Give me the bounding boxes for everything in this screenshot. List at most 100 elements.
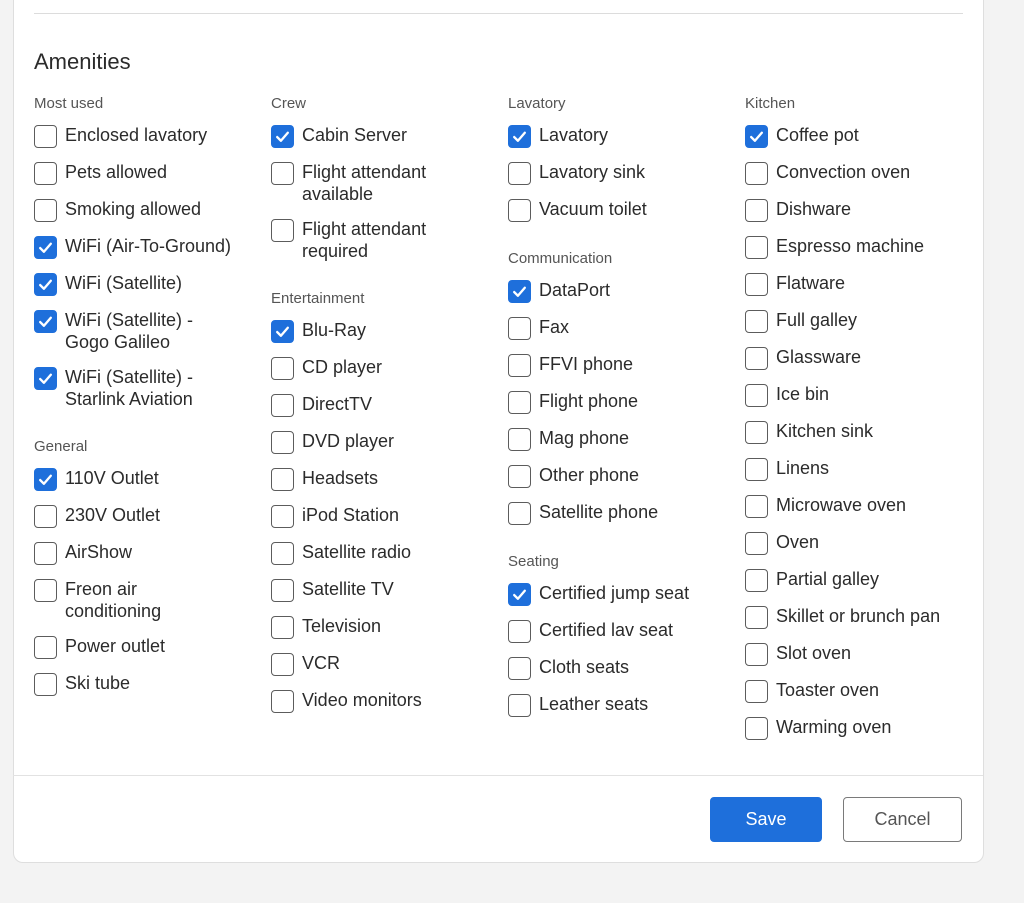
checkbox[interactable] [34,162,57,185]
amenity-option-ffvi-phone[interactable]: FFVI phone [508,353,738,390]
checkbox[interactable] [508,694,531,717]
amenity-option-coffee-pot[interactable]: Coffee pot [745,124,975,161]
amenity-option-skillet-or-brunch-pan[interactable]: Skillet or brunch pan [745,605,975,642]
amenity-option-glassware[interactable]: Glassware [745,346,975,383]
amenity-option-ice-bin[interactable]: Ice bin [745,383,975,420]
checkbox[interactable] [508,583,531,606]
checkbox[interactable] [745,125,768,148]
amenity-option-oven[interactable]: Oven [745,531,975,568]
amenity-option-mag-phone[interactable]: Mag phone [508,427,738,464]
amenity-option-dishware[interactable]: Dishware [745,198,975,235]
amenity-option-fax[interactable]: Fax [508,316,738,353]
checkbox[interactable] [271,320,294,343]
amenity-option-warming-oven[interactable]: Warming oven [745,716,975,753]
checkbox[interactable] [508,317,531,340]
amenity-option-power-outlet[interactable]: Power outlet [34,635,264,672]
amenity-option-freon-air-conditioning[interactable]: Freon air conditioning [34,578,264,635]
amenity-option-pets-allowed[interactable]: Pets allowed [34,161,264,198]
checkbox[interactable] [745,717,768,740]
amenity-option-certified-lav-seat[interactable]: Certified lav seat [508,619,738,656]
checkbox[interactable] [271,162,294,185]
amenity-option-video-monitors[interactable]: Video monitors [271,689,501,726]
amenity-option-230v-outlet[interactable]: 230V Outlet [34,504,264,541]
checkbox[interactable] [271,394,294,417]
checkbox[interactable] [745,680,768,703]
amenity-option-110v-outlet[interactable]: 110V Outlet [34,467,264,504]
amenity-option-ski-tube[interactable]: Ski tube [34,672,264,709]
checkbox[interactable] [34,125,57,148]
amenity-option-satellite-radio[interactable]: Satellite radio [271,541,501,578]
amenity-option-smoking-allowed[interactable]: Smoking allowed [34,198,264,235]
checkbox[interactable] [745,273,768,296]
checkbox[interactable] [508,162,531,185]
amenity-option-kitchen-sink[interactable]: Kitchen sink [745,420,975,457]
amenity-option-ipod-station[interactable]: iPod Station [271,504,501,541]
checkbox[interactable] [745,236,768,259]
checkbox[interactable] [745,532,768,555]
cancel-button[interactable]: Cancel [843,797,962,842]
amenity-option-cd-player[interactable]: CD player [271,356,501,393]
amenity-option-slot-oven[interactable]: Slot oven [745,642,975,679]
amenity-option-enclosed-lavatory[interactable]: Enclosed lavatory [34,124,264,161]
amenity-option-satellite-tv[interactable]: Satellite TV [271,578,501,615]
checkbox[interactable] [745,347,768,370]
amenity-option-wifi-air-to-ground[interactable]: WiFi (Air-To-Ground) [34,235,264,272]
checkbox[interactable] [508,391,531,414]
amenity-option-flight-attendant-available[interactable]: Flight attendant available [271,161,501,218]
checkbox[interactable] [34,236,57,259]
checkbox[interactable] [271,219,294,242]
amenity-option-blu-ray[interactable]: Blu-Ray [271,319,501,356]
amenity-option-wifi-satellite[interactable]: WiFi (Satellite) [34,272,264,309]
amenity-option-convection-oven[interactable]: Convection oven [745,161,975,198]
checkbox[interactable] [508,620,531,643]
amenity-option-lavatory-sink[interactable]: Lavatory sink [508,161,738,198]
checkbox[interactable] [745,384,768,407]
amenity-option-wifi-satellite-gogo-galileo[interactable]: WiFi (Satellite) - Gogo Galileo [34,309,264,366]
checkbox[interactable] [271,653,294,676]
checkbox[interactable] [271,616,294,639]
checkbox[interactable] [508,465,531,488]
amenity-option-cabin-server[interactable]: Cabin Server [271,124,501,161]
amenity-option-flight-phone[interactable]: Flight phone [508,390,738,427]
amenity-option-flatware[interactable]: Flatware [745,272,975,309]
checkbox[interactable] [34,199,57,222]
checkbox[interactable] [745,458,768,481]
amenity-option-toaster-oven[interactable]: Toaster oven [745,679,975,716]
amenity-option-dvd-player[interactable]: DVD player [271,430,501,467]
checkbox[interactable] [745,606,768,629]
checkbox[interactable] [508,657,531,680]
checkbox[interactable] [508,428,531,451]
checkbox[interactable] [508,354,531,377]
amenity-option-wifi-satellite-starlink-aviation[interactable]: WiFi (Satellite) - Starlink Aviation [34,366,264,423]
checkbox[interactable] [271,125,294,148]
checkbox[interactable] [34,367,57,390]
amenity-option-satellite-phone[interactable]: Satellite phone [508,501,738,538]
checkbox[interactable] [271,579,294,602]
checkbox[interactable] [34,468,57,491]
checkbox[interactable] [745,310,768,333]
amenity-option-espresso-machine[interactable]: Espresso machine [745,235,975,272]
amenity-option-other-phone[interactable]: Other phone [508,464,738,501]
checkbox[interactable] [271,357,294,380]
amenity-option-flight-attendant-required[interactable]: Flight attendant required [271,218,501,275]
checkbox[interactable] [271,505,294,528]
amenity-option-full-galley[interactable]: Full galley [745,309,975,346]
amenity-option-microwave-oven[interactable]: Microwave oven [745,494,975,531]
amenity-option-dataport[interactable]: DataPort [508,279,738,316]
checkbox[interactable] [745,162,768,185]
checkbox[interactable] [508,502,531,525]
amenity-option-partial-galley[interactable]: Partial galley [745,568,975,605]
amenity-option-directtv[interactable]: DirectTV [271,393,501,430]
checkbox[interactable] [508,125,531,148]
checkbox[interactable] [271,468,294,491]
amenity-option-cloth-seats[interactable]: Cloth seats [508,656,738,693]
checkbox[interactable] [508,199,531,222]
checkbox[interactable] [34,673,57,696]
amenity-option-airshow[interactable]: AirShow [34,541,264,578]
checkbox[interactable] [34,636,57,659]
checkbox[interactable] [745,199,768,222]
amenity-option-certified-jump-seat[interactable]: Certified jump seat [508,582,738,619]
amenity-option-vacuum-toilet[interactable]: Vacuum toilet [508,198,738,235]
save-button[interactable]: Save [710,797,822,842]
amenity-option-vcr[interactable]: VCR [271,652,501,689]
